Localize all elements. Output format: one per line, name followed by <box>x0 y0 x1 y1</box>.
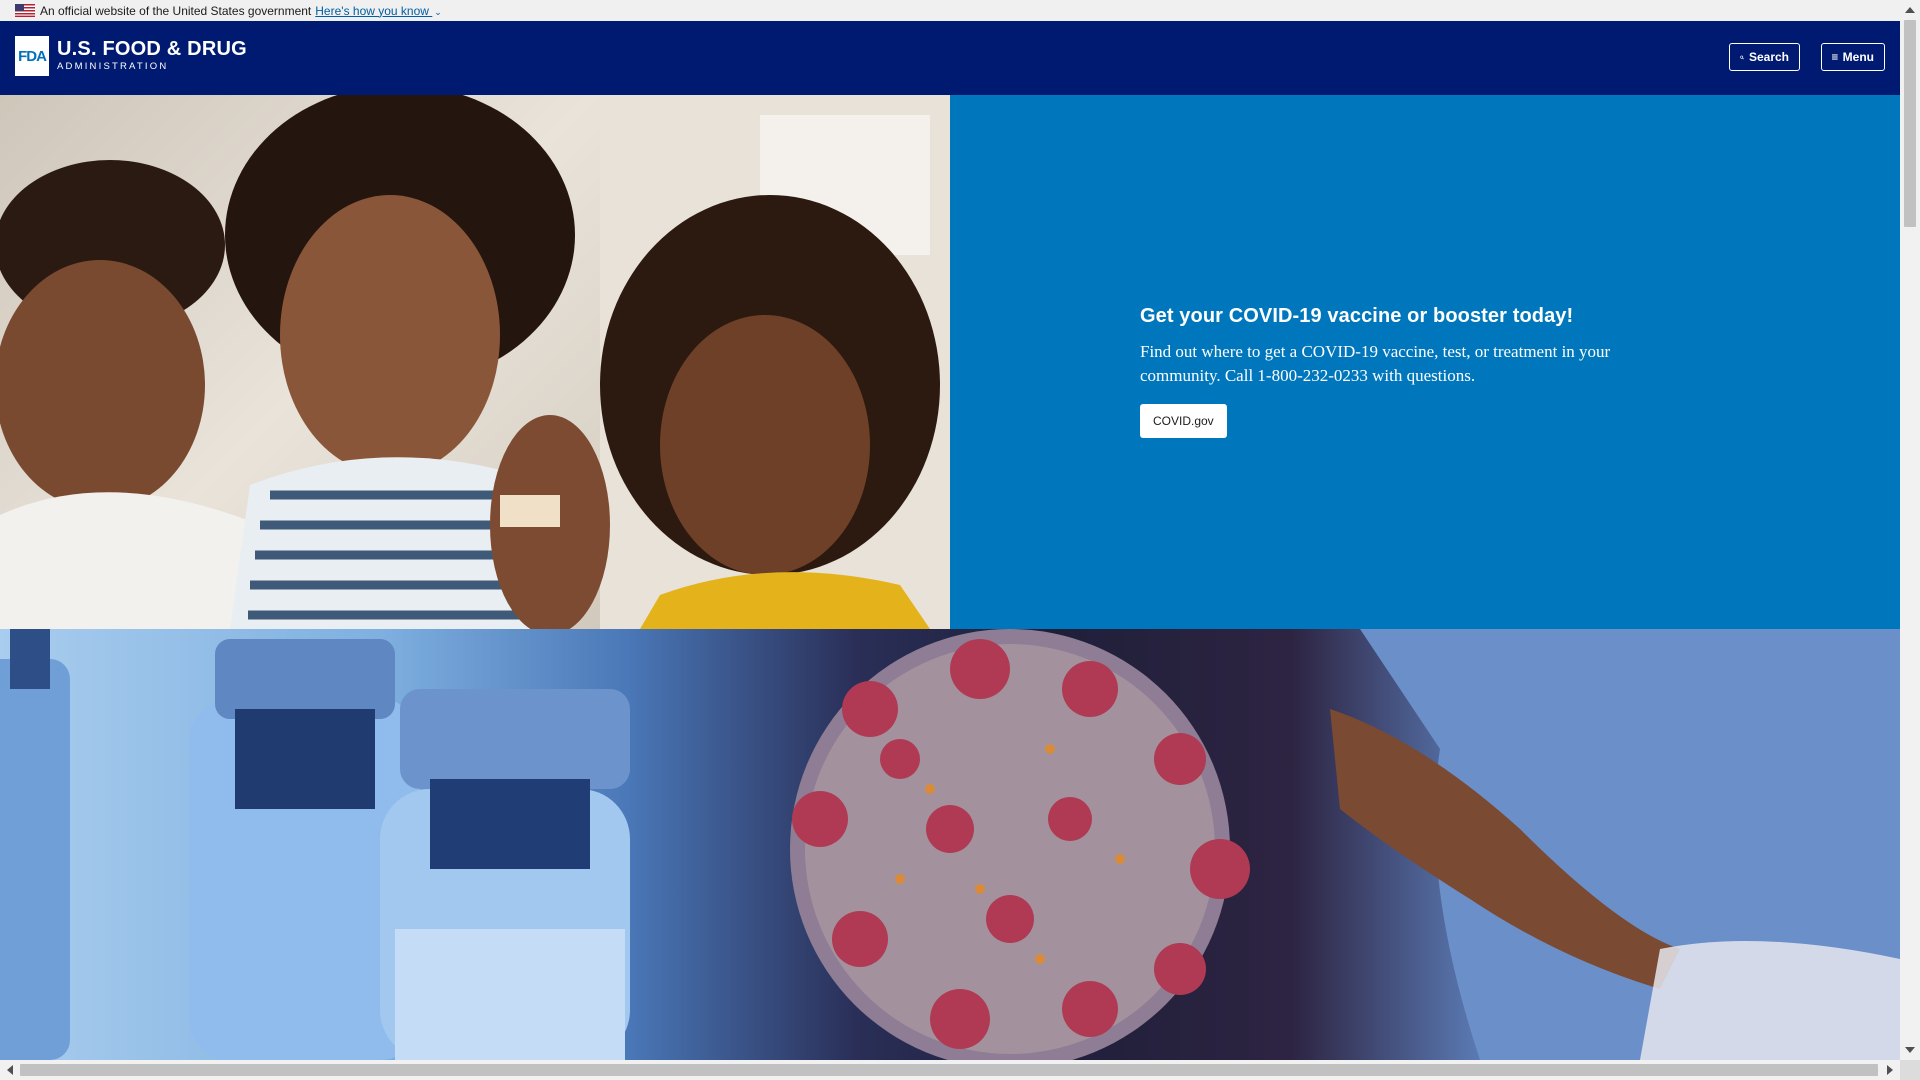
hero-family-photo <box>0 95 950 629</box>
hero-content: Get your COVID-19 vaccine or booster tod… <box>1140 305 1660 438</box>
gov-banner: An official website of the United States… <box>0 0 1900 21</box>
heres-how-you-know-label: Here's how you know <box>315 3 429 18</box>
hero-panel: Get your COVID-19 vaccine or booster tod… <box>950 95 1900 629</box>
gov-banner-text: An official website of the United States… <box>40 3 312 18</box>
hamburger-menu-icon <box>1832 54 1838 60</box>
hero-text: Find out where to get a COVID-19 vaccine… <box>1140 342 1611 385</box>
scrollbar-corner <box>1900 1060 1920 1080</box>
chevron-down-icon: ⌄ <box>434 6 442 17</box>
vertical-scrollbar[interactable] <box>1900 0 1920 1060</box>
covid-banner-image <box>0 629 1900 1060</box>
horizontal-scroll-thumb[interactable] <box>20 1064 1878 1076</box>
search-button-label: Search <box>1748 50 1789 64</box>
logo-line-2: ADMINISTRATION <box>57 61 169 72</box>
us-flag-icon <box>15 4 35 17</box>
heres-how-you-know-link[interactable]: Here's how you know ⌄ <box>315 4 442 18</box>
search-button[interactable]: Search <box>1729 43 1800 71</box>
fda-logo-text: U.S. FOOD & DRUG ADMINISTRATION <box>57 39 247 73</box>
horizontal-scrollbar[interactable] <box>0 1060 1900 1080</box>
vertical-scroll-thumb[interactable] <box>1904 20 1916 227</box>
search-icon <box>1740 55 1744 59</box>
fda-logo-mark: FDA <box>15 36 49 76</box>
covid-gov-button[interactable]: COVID.gov <box>1140 404 1227 438</box>
scroll-left-arrow-icon[interactable] <box>7 1065 13 1075</box>
logo-line-1: U.S. FOOD & DRUG <box>57 38 247 60</box>
fda-logo-link[interactable]: FDA U.S. FOOD & DRUG ADMINISTRATION <box>15 36 247 76</box>
scroll-right-arrow-icon[interactable] <box>1887 1065 1893 1075</box>
menu-button[interactable]: Menu <box>1821 43 1885 71</box>
site-header: FDA U.S. FOOD & DRUG ADMINISTRATION Sear… <box>0 21 1900 95</box>
scroll-down-arrow-icon[interactable] <box>1905 1047 1915 1053</box>
scroll-up-arrow-icon[interactable] <box>1905 7 1915 13</box>
hero-title: Get your COVID-19 vaccine or booster tod… <box>1140 305 1574 327</box>
menu-button-label: Menu <box>1842 50 1874 64</box>
